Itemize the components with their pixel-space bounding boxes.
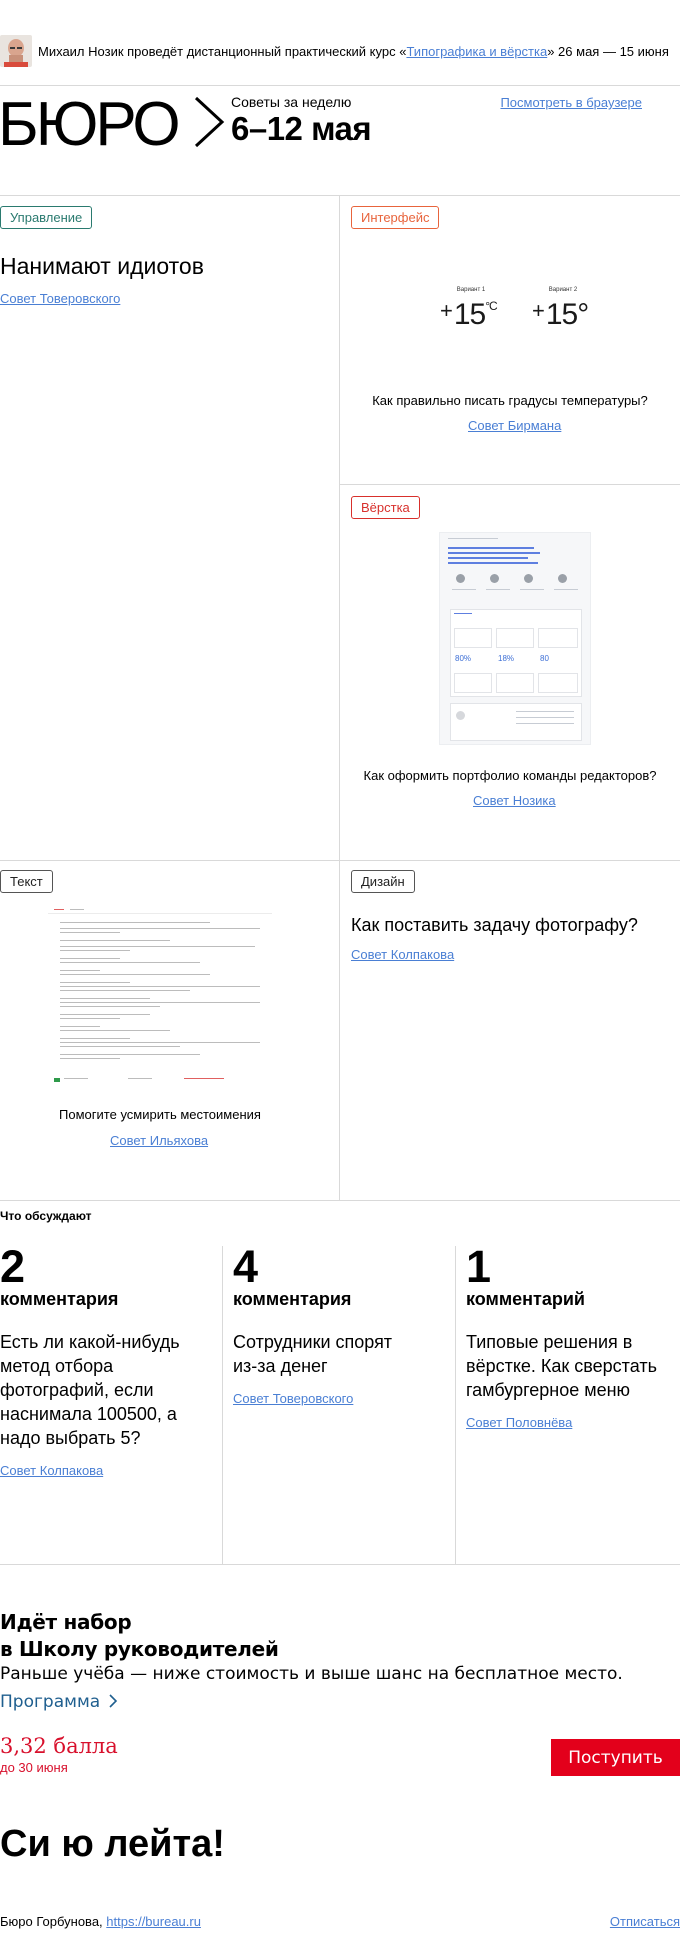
card-title-design[interactable]: Как поставить задачу фотографу? bbox=[351, 914, 638, 936]
grid-divider bbox=[339, 196, 340, 1200]
divider bbox=[0, 195, 680, 196]
apply-button[interactable]: Поступить bbox=[551, 1739, 680, 1776]
discussion-link[interactable]: Совет Товеровского bbox=[233, 1391, 353, 1406]
text-preview-image[interactable] bbox=[48, 906, 272, 1096]
card-title-management[interactable]: Нанимают идиотов bbox=[0, 252, 204, 280]
closing-text: Си ю лейта! bbox=[0, 1823, 225, 1865]
comment-count: 2 bbox=[0, 1241, 26, 1292]
discussed-title: Что обсуждают bbox=[0, 1209, 92, 1223]
discussion-question[interactable]: Типовые решения в вёрстке. Как сверстать… bbox=[466, 1330, 680, 1402]
discussion-link[interactable]: Совет Половнёва bbox=[466, 1415, 572, 1430]
svg-text:БЮРО: БЮРО bbox=[0, 92, 178, 152]
banner-text: Михаил Нозик проведёт дистанционный прак… bbox=[38, 44, 669, 59]
variant2-value: +15° bbox=[532, 298, 589, 332]
card-link-interface[interactable]: Совет Бирмана bbox=[468, 418, 561, 433]
week-range: 6–12 мая bbox=[231, 110, 372, 147]
comment-word: комментарий bbox=[466, 1289, 585, 1309]
stat-1: 80% bbox=[455, 654, 472, 663]
school-title: Идёт набор в Школу руководителей bbox=[0, 1609, 279, 1663]
column-divider bbox=[222, 1246, 223, 1564]
grid-divider bbox=[0, 860, 680, 861]
stat-3: 80 bbox=[540, 654, 549, 663]
passing-score: 3,32 балла bbox=[0, 1734, 118, 1758]
discussion-question[interactable]: Есть ли какой-нибудь метод отбора фотогр… bbox=[0, 1330, 200, 1450]
card-link-text[interactable]: Совет Ильяхова bbox=[110, 1133, 208, 1148]
tag-text[interactable]: Текст bbox=[0, 870, 53, 893]
comment-word: комментария bbox=[233, 1289, 352, 1309]
card-link-management[interactable]: Совет Товеровского bbox=[0, 291, 120, 306]
school-title-line1: Идёт набор bbox=[0, 1610, 132, 1634]
tag-design[interactable]: Дизайн bbox=[351, 870, 415, 893]
card-link-layout[interactable]: Совет Нозика bbox=[473, 793, 556, 808]
grid-divider bbox=[340, 484, 680, 485]
variant1-value: +15°C bbox=[440, 298, 498, 332]
footer-site-link[interactable]: https://bureau.ru bbox=[106, 1914, 201, 1929]
program-label: Программа bbox=[0, 1692, 101, 1712]
plus-sign: + bbox=[532, 298, 545, 323]
column-divider bbox=[455, 1246, 456, 1564]
variant1-number: 15 bbox=[453, 298, 486, 331]
banner-text-before: Михаил Нозик проведёт дистанционный прак… bbox=[38, 43, 407, 59]
tag-interface[interactable]: Интерфейс bbox=[351, 206, 440, 229]
tag-management[interactable]: Управление bbox=[0, 206, 93, 229]
comment-word: комментария bbox=[0, 1289, 119, 1309]
tag-layout[interactable]: Вёрстка bbox=[351, 496, 420, 519]
plus-sign: + bbox=[440, 298, 453, 323]
discussion-question[interactable]: Сотрудники спорят из-за денег bbox=[233, 1330, 413, 1378]
footer-credit: Бюро Горбунова, https://bureau.ru bbox=[0, 1914, 201, 1929]
school-title-line2: в Школу руководителей bbox=[0, 1637, 279, 1661]
divider bbox=[0, 1564, 680, 1565]
unsubscribe-link[interactable]: Отписаться bbox=[610, 1914, 680, 1929]
score-deadline: до 30 июня bbox=[0, 1760, 68, 1775]
view-in-browser-link[interactable]: Посмотреть в браузере bbox=[500, 95, 642, 110]
caption-layout[interactable]: Как оформить портфолио команды редакторо… bbox=[340, 768, 680, 783]
course-banner: Михаил Нозик проведёт дистанционный прак… bbox=[0, 34, 680, 68]
variant1-unit: °C bbox=[485, 299, 498, 313]
portfolio-preview-image[interactable]: 80% 18% 80 bbox=[439, 532, 591, 745]
school-subtitle: Раньше учёба — ниже стоимость и выше шан… bbox=[0, 1664, 623, 1684]
avatar bbox=[0, 35, 32, 67]
course-link[interactable]: Типографика и вёрстка bbox=[406, 44, 547, 59]
banner-text-after: » 26 мая — 15 июня bbox=[547, 43, 669, 59]
comment-count: 4 bbox=[233, 1241, 259, 1292]
caption-interface[interactable]: Как правильно писать градусы температуры… bbox=[340, 393, 680, 408]
stat-2: 18% bbox=[498, 654, 515, 663]
comment-count: 1 bbox=[466, 1241, 492, 1292]
week-label: Советы за неделю bbox=[231, 94, 352, 110]
variant2-number: 15° bbox=[545, 298, 589, 331]
card-link-design[interactable]: Совет Колпакова bbox=[351, 947, 454, 962]
bureau-logo[interactable]: БЮРО bbox=[0, 92, 226, 152]
caption-text[interactable]: Помогите усмирить местоимения bbox=[0, 1107, 320, 1122]
program-link[interactable]: Программа bbox=[0, 1692, 118, 1712]
divider bbox=[0, 85, 680, 86]
chevron-right-icon bbox=[109, 1694, 117, 1708]
variant2-label: Вариант 2 bbox=[548, 287, 578, 293]
discussion-link[interactable]: Совет Колпакова bbox=[0, 1463, 103, 1478]
footer-company: Бюро Горбунова, bbox=[0, 1914, 107, 1929]
variant1-label: Вариант 1 bbox=[456, 287, 486, 293]
grid-divider bbox=[0, 1200, 680, 1201]
